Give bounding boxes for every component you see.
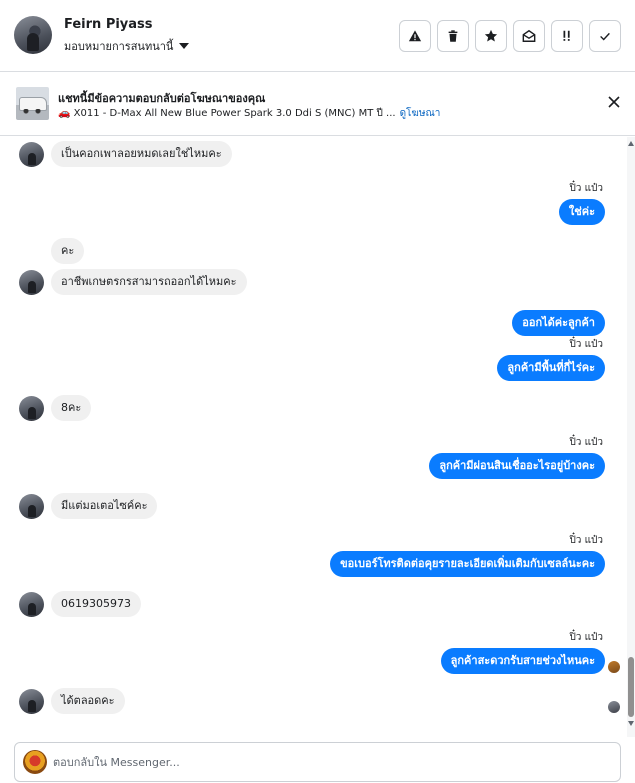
ad-banner-title: แชทนี้มีข้อความตอบกลับต่อโฆษณาของคุณ [58, 92, 266, 105]
report-spam-button[interactable] [399, 20, 431, 52]
sender-name: ปิ๋ว แป๋ว [569, 339, 603, 350]
contact-avatar-small [19, 396, 44, 421]
incoming-message[interactable]: มีแต่มอเตอไซค์คะ [51, 493, 158, 519]
ad-product-text: 🚗 X011 - D-Max All New Blue Power Spark … [58, 108, 396, 119]
view-ad-link[interactable]: ดูโฆษณา [400, 106, 441, 121]
warning-icon [408, 30, 422, 42]
sender-name: ปิ๋ว แป๋ว [569, 437, 603, 448]
reply-composer [14, 742, 621, 782]
contact-avatar-small [19, 592, 44, 617]
sender-name: ปิ๋ว แป๋ว [569, 535, 603, 546]
contact-avatar-small [19, 494, 44, 519]
seen-by-avatar [608, 701, 620, 713]
sender-name: ปิ๋ว แป๋ว [569, 183, 603, 194]
reply-input[interactable] [53, 752, 593, 772]
trash-icon [448, 30, 458, 42]
contact-avatar-small [19, 142, 44, 167]
contact-avatar-small [19, 270, 44, 295]
assign-label: มอบหมายการสนทนานี้ [64, 40, 174, 53]
scroll-down-arrow-icon[interactable] [628, 721, 634, 726]
caret-down-icon [179, 43, 190, 49]
mark-done-button[interactable] [589, 20, 621, 52]
incoming-message[interactable]: 8คะ [51, 395, 92, 421]
assign-conversation-dropdown[interactable]: มอบหมายการสนทนานี้ [64, 37, 190, 55]
check-icon [600, 32, 610, 41]
contact-avatar-small [19, 689, 44, 714]
incoming-message[interactable]: คะ [51, 238, 85, 264]
follow-up-button[interactable] [551, 20, 583, 52]
delete-button[interactable] [437, 20, 469, 52]
outgoing-message[interactable]: ลูกค้ามีพื้นที่กี่ไร่คะ [497, 355, 605, 381]
incoming-message[interactable]: 0619305973 [51, 591, 141, 617]
outgoing-message[interactable]: ขอเบอร์โทรติดต่อคุยรายละเอียดเพิ่มเติมกั… [330, 551, 605, 577]
thread-scrollbar[interactable] [627, 137, 635, 737]
incoming-message[interactable]: เป็นคอกเพาลอยหมดเลยใช่ไหมคะ [51, 141, 232, 167]
envelope-open-icon [522, 29, 536, 42]
scroll-up-arrow-icon[interactable] [628, 141, 634, 146]
contact-avatar[interactable] [14, 16, 52, 54]
star-icon [484, 29, 498, 42]
sender-name: ปิ๋ว แป๋ว [569, 632, 603, 643]
mark-unread-button[interactable] [513, 20, 545, 52]
scrollbar-thumb[interactable] [628, 657, 634, 717]
outgoing-message[interactable]: ลูกค้ามีผ่อนสินเชื่ออะไรอยู่บ้างคะ [429, 453, 605, 479]
conversation-header: Feirn Piyass มอบหมายการสนทนานี้ [0, 0, 635, 72]
outgoing-message[interactable]: ลูกค้าสะดวกรับสายช่วงไหนคะ [440, 648, 605, 674]
outgoing-message[interactable]: ออกได้ค่ะลูกค้า [512, 310, 605, 336]
star-button[interactable] [475, 20, 507, 52]
outgoing-message[interactable]: ใช่ค่ะ [558, 199, 605, 225]
ad-thumbnail[interactable] [16, 87, 49, 120]
close-icon[interactable] [607, 95, 621, 109]
incoming-message[interactable]: อาชีพเกษตรกรสามารถออกได้ไหมคะ [51, 269, 247, 295]
read-receipt-avatar [608, 661, 620, 673]
ad-banner-subtitle: 🚗 X011 - D-Max All New Blue Power Spark … [58, 106, 440, 121]
page-avatar [23, 750, 47, 774]
header-toolbar [399, 20, 621, 52]
message-thread[interactable] [0, 137, 627, 737]
exclamation-icon [563, 30, 570, 41]
contact-name[interactable]: Feirn Piyass [64, 17, 153, 32]
incoming-message[interactable]: ได้ตลอดคะ [51, 688, 125, 714]
